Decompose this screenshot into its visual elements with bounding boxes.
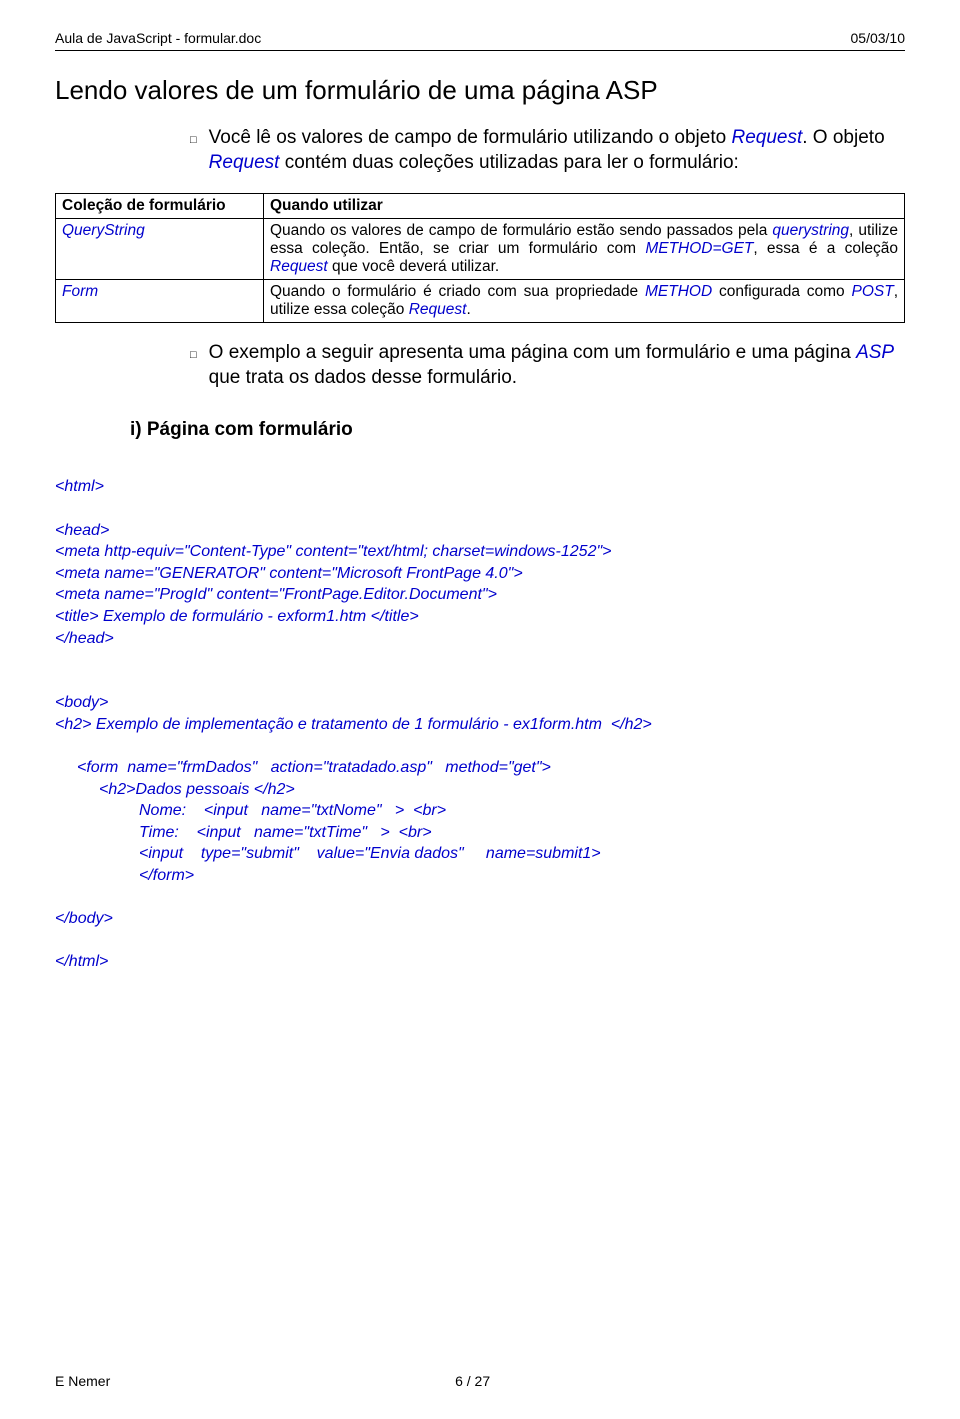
text: . [466, 301, 470, 318]
page-header: Aula de JavaScript - formular.doc 05/03/… [55, 30, 905, 46]
text: que trata os dados desse formulário. [209, 367, 517, 388]
cell-desc: Quando o formulário é criado com sua pro… [264, 280, 905, 323]
term: Request [409, 301, 467, 318]
code-line: Nome: <input name="txtNome" > <br> [55, 800, 905, 822]
code-line: <h2>Dados pessoais </h2> [55, 779, 905, 801]
text: Quando os valores de campo de formulário… [270, 222, 772, 239]
header-right: 05/03/10 [851, 30, 906, 46]
term-request: Request [731, 127, 802, 148]
table-header: Coleção de formulário [56, 194, 264, 219]
subsection-i: i) Página com formulário [130, 419, 905, 441]
cell-querystring: QueryString [56, 219, 264, 280]
code-line: Time: <input name="txtTime" > <br> [55, 822, 905, 844]
code-line: <head> [55, 522, 109, 539]
page-title: Lendo valores de um formulário de uma pá… [55, 75, 905, 106]
header-left: Aula de JavaScript - formular.doc [55, 30, 261, 46]
code-line: <meta name="GENERATOR" content="Microsof… [55, 565, 523, 582]
code-line: <body> [55, 694, 108, 711]
footer-left: E Nemer [55, 1373, 110, 1389]
table-header: Quando utilizar [264, 194, 905, 219]
code-line: <form name="frmDados" action="tratadado.… [55, 757, 905, 779]
footer-center: 6 / 27 [455, 1373, 490, 1389]
footer-spacer [835, 1373, 905, 1389]
cell-desc: Quando os valores de campo de formulário… [264, 219, 905, 280]
text: . O objeto [802, 127, 884, 148]
code-line: </form> [55, 865, 905, 887]
table-row: QueryString Quando os valores de campo d… [56, 219, 905, 280]
bullet-icon: □ [190, 133, 197, 147]
term-asp: ASP [856, 342, 894, 363]
code-line: <html> [55, 478, 104, 495]
intro-bullet: □ Você lê os valores de campo de formulá… [190, 126, 905, 175]
text: Você lê os valores de campo de formulári… [209, 127, 732, 148]
code-line: <h2> Exemplo de implementação e tratamen… [55, 716, 652, 733]
term: METHOD [645, 283, 712, 300]
term: POST [851, 283, 893, 300]
code-line: </body> [55, 910, 113, 927]
cell-form: Form [56, 280, 264, 323]
code-line: <title> Exemplo de formulário - exform1.… [55, 608, 419, 625]
text: configurada como [712, 283, 851, 300]
text: , essa é a coleção [753, 240, 898, 257]
page: Aula de JavaScript - formular.doc 05/03/… [0, 0, 960, 1419]
text: O exemplo a seguir apresenta uma página … [209, 342, 856, 363]
code-line: </html> [55, 953, 108, 970]
code-line: <input type="submit" value="Envia dados"… [55, 843, 905, 865]
example-text: O exemplo a seguir apresenta uma página … [209, 341, 905, 390]
code-html-block: <html> <head> <meta http-equiv="Content-… [55, 455, 905, 995]
code-line: </head> [55, 630, 114, 647]
code-line: <meta name="ProgId" content="FrontPage.E… [55, 586, 497, 603]
table-row: Form Quando o formulário é criado com su… [56, 280, 905, 323]
term: Request [270, 258, 328, 275]
text: contém duas coleções utilizadas para ler… [279, 152, 738, 173]
page-footer: E Nemer 6 / 27 [55, 1373, 905, 1389]
header-rule [55, 50, 905, 51]
text: Quando o formulário é criado com sua pro… [270, 283, 645, 300]
text: que você deverá utilizar. [328, 258, 499, 275]
term: METHOD=GET [645, 240, 753, 257]
code-line: <meta http-equiv="Content-Type" content=… [55, 543, 612, 560]
example-bullet: □ O exemplo a seguir apresenta uma págin… [190, 341, 905, 390]
term: querystring [772, 222, 849, 239]
intro-text: Você lê os valores de campo de formulári… [209, 126, 905, 175]
term-request: Request [209, 152, 280, 173]
bullet-icon: □ [190, 348, 197, 362]
collections-table: Coleção de formulário Quando utilizar Qu… [55, 193, 905, 323]
